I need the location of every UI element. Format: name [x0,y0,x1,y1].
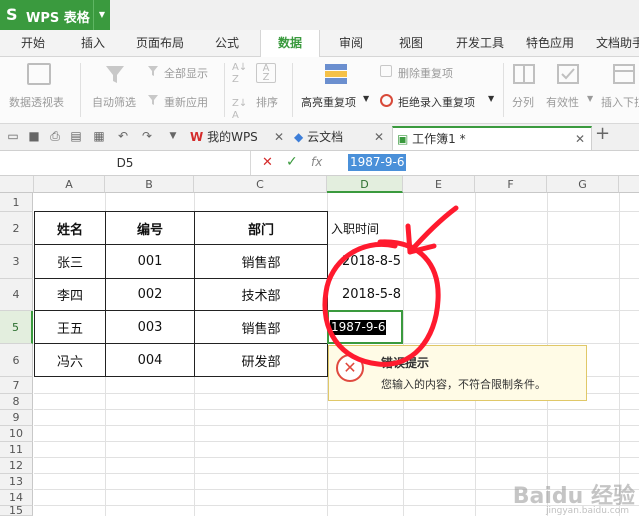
baidu-watermark-url: jingyan.baidu.com [545,506,629,516]
red-annotation-circle-arrow [322,205,459,367]
